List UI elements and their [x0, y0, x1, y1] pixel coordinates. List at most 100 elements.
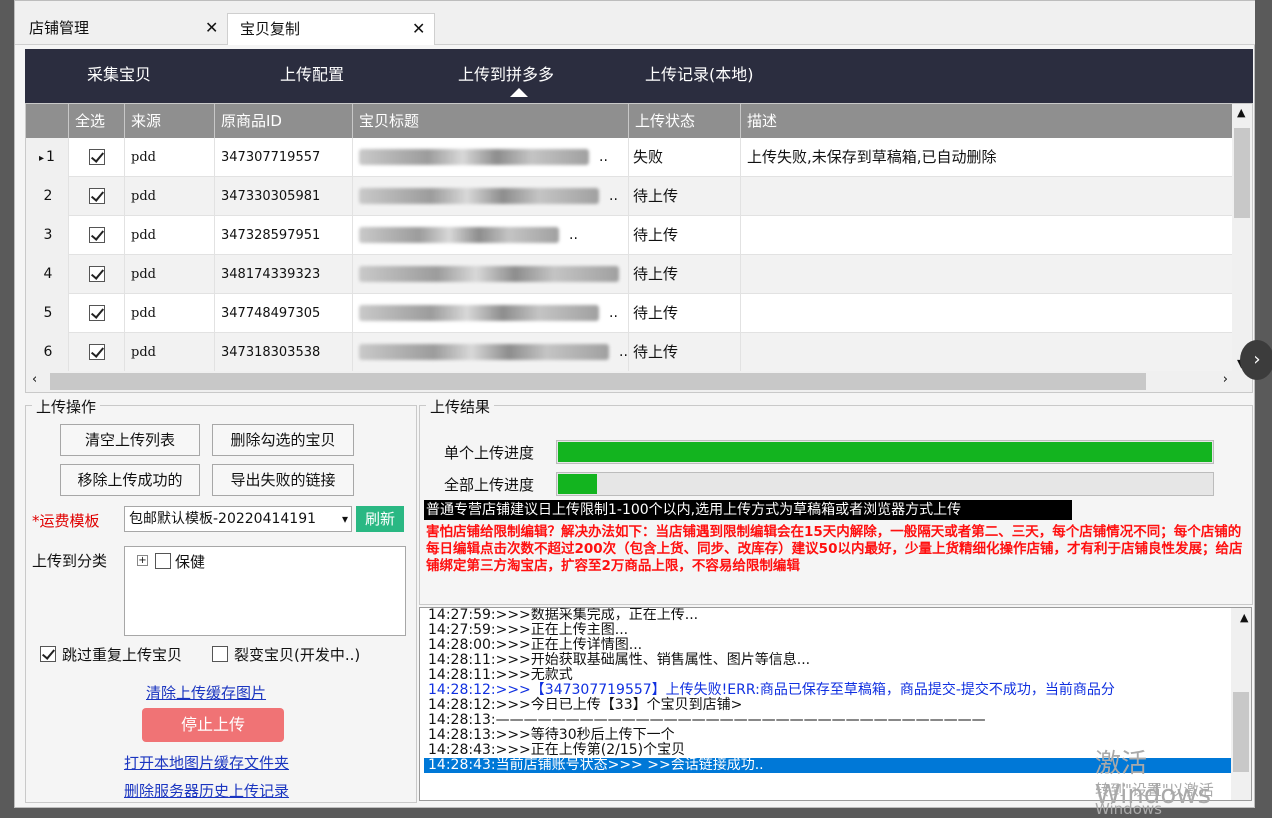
- original-id-cell: 347307719557: [214, 138, 352, 177]
- description-cell: [740, 255, 1233, 294]
- col-description[interactable]: 描述: [740, 104, 1233, 138]
- row-select-cell: [68, 177, 124, 216]
- source-cell: pdd: [124, 255, 214, 294]
- description-cell: [740, 216, 1233, 255]
- table-row[interactable]: 2 pdd 347330305981.. 待上传: [26, 177, 1233, 216]
- tab-shop-management[interactable]: 店铺管理 ✕: [17, 13, 227, 45]
- delete-server-history-link[interactable]: 删除服务器历史上传记录: [124, 780, 289, 801]
- table-row[interactable]: 4 pdd348174339323.. 待上传: [26, 255, 1233, 321]
- title-ellipsis: ..: [609, 188, 618, 204]
- category-label: 上传到分类: [32, 552, 108, 570]
- stop-upload-button[interactable]: 停止上传: [142, 708, 284, 742]
- col-upload-status[interactable]: 上传状态: [628, 104, 740, 138]
- delete-checked-items-button[interactable]: 删除勾选的宝贝: [212, 424, 354, 456]
- row-checkbox[interactable]: [88, 227, 105, 243]
- row-checkbox[interactable]: [88, 266, 105, 282]
- scroll-up-icon[interactable]: ▲: [1237, 106, 1245, 119]
- shipping-template-select[interactable]: 包邮默认模板-20220414191 ▾: [124, 506, 352, 532]
- row-number: 6: [26, 333, 68, 372]
- nav-collect-items[interactable]: 采集宝贝: [87, 61, 151, 85]
- log-line: 14:28:13:>>>等待30秒后上传下一个: [428, 727, 675, 743]
- progress-fill: [558, 442, 1212, 462]
- clear-upload-list-button[interactable]: 清空上传列表: [60, 424, 200, 456]
- chevron-down-icon: ▾: [341, 507, 348, 531]
- col-source[interactable]: 来源: [124, 104, 214, 138]
- row-select-cell: [68, 294, 124, 333]
- table-row[interactable]: ▸ 1 pdd 347307719557.. 失败 上传失败,未保存到草稿箱,已自动删除: [26, 138, 1233, 177]
- row-select-cell: [68, 255, 124, 294]
- upload-status-cell: 待上传: [628, 333, 740, 372]
- row-number-label: 2: [43, 188, 53, 204]
- clear-cache-link[interactable]: 清除上传缓存图片: [146, 682, 266, 703]
- tab-label: 店铺管理: [29, 19, 90, 37]
- row-number-label: 5: [43, 305, 53, 321]
- table-row[interactable]: 3 pdd 347328597951.. 待上传: [26, 216, 1233, 255]
- refresh-button[interactable]: 刷新: [356, 506, 404, 532]
- progress-fill: [558, 474, 598, 494]
- row-checkbox[interactable]: [88, 344, 105, 360]
- row-number: 4: [26, 255, 68, 294]
- remove-success-button[interactable]: 移除上传成功的: [60, 464, 200, 496]
- row-checkbox[interactable]: [88, 305, 105, 321]
- nav-upload-to-pinduoduo[interactable]: 上传到拼多多: [458, 61, 554, 85]
- skip-duplicate-checkbox[interactable]: [40, 646, 56, 662]
- scroll-up-icon[interactable]: ▲: [1236, 610, 1248, 625]
- scroll-left-icon[interactable]: ‹: [32, 372, 37, 387]
- fission-label: 裂变宝贝(开发中..): [234, 646, 361, 664]
- row-select-cell: [68, 138, 124, 177]
- original-id-cell: 347328597951: [214, 216, 352, 255]
- upload-operations-group: 上传操作 清空上传列表 删除勾选的宝贝 移除上传成功的 导出失败的链接 *运费模…: [25, 396, 417, 803]
- redacted-title: [359, 266, 619, 282]
- group-title: 上传结果: [426, 396, 495, 417]
- row-select-cell: [68, 333, 124, 372]
- row-number: ▸ 1: [26, 138, 68, 177]
- product-grid: 全选 来源 原商品ID 宝贝标题 上传状态 描述 ▸ 1 pdd 3473077195…: [25, 103, 1253, 393]
- nav-upload-records[interactable]: 上传记录(本地): [645, 61, 754, 85]
- row-number: 2: [26, 177, 68, 216]
- col-title[interactable]: 宝贝标题: [352, 104, 628, 138]
- row-number-label: 4: [43, 266, 53, 282]
- horizontal-scrollbar[interactable]: ‹ ›: [26, 371, 1252, 392]
- title-ellipsis: ..: [569, 227, 578, 243]
- row-checkbox[interactable]: [88, 149, 105, 165]
- row-number-label: 3: [43, 227, 53, 243]
- row-number-label: 6: [43, 344, 53, 360]
- log-line: 14:28:11:>>>无款式: [428, 667, 573, 683]
- row-checkbox[interactable]: [88, 188, 105, 204]
- redacted-title: [359, 149, 589, 165]
- tab-item-copy[interactable]: 宝贝复制 ✕: [227, 13, 435, 45]
- open-cache-folder-link[interactable]: 打开本地图片缓存文件夹: [124, 752, 289, 773]
- activation-watermark-hint: 转到"设置"以激活 Windows: [1095, 781, 1214, 818]
- nav-upload-config[interactable]: 上传配置: [280, 61, 344, 85]
- category-item[interactable]: 保健: [175, 551, 205, 572]
- close-icon[interactable]: ✕: [205, 13, 218, 43]
- category-tree[interactable]: + 保健: [124, 546, 406, 636]
- row-header-corner: [26, 104, 68, 138]
- title-cell: ..: [352, 255, 628, 321]
- fission-checkbox[interactable]: [212, 646, 228, 662]
- table-row[interactable]: 5 pdd 347748497305.. 待上传: [26, 294, 1233, 333]
- single-progress-bar: [556, 440, 1214, 464]
- scroll-thumb[interactable]: [1234, 128, 1250, 218]
- scroll-right-icon[interactable]: ›: [1223, 372, 1228, 387]
- title-cell: ..: [352, 138, 628, 177]
- title-cell: ..: [352, 333, 628, 372]
- log-line: 14:28:12:>>>【347307719557】上传失败!ERR:商品已保存…: [428, 682, 1115, 698]
- original-id-cell: 347748497305: [214, 294, 352, 333]
- category-checkbox[interactable]: [155, 553, 171, 569]
- export-failed-links-button[interactable]: 导出失败的链接: [212, 464, 354, 496]
- source-cell: pdd: [124, 138, 214, 177]
- title-cell: ..: [352, 216, 628, 255]
- close-icon[interactable]: ✕: [412, 14, 425, 44]
- source-cell: pdd: [124, 216, 214, 255]
- log-line: 14:28:13:———————————————————————————————…: [428, 712, 986, 728]
- col-original-id[interactable]: 原商品ID: [214, 104, 352, 138]
- table-row[interactable]: 6 pdd 347318303538.. 待上传: [26, 333, 1233, 372]
- vertical-scrollbar[interactable]: ▲ ▼: [1232, 104, 1252, 372]
- expand-icon[interactable]: +: [137, 555, 148, 566]
- title-cell: ..: [352, 294, 628, 333]
- col-select-all[interactable]: 全选: [68, 104, 124, 138]
- description-cell: [740, 177, 1233, 216]
- scroll-thumb[interactable]: [50, 373, 1146, 390]
- side-next-icon[interactable]: ›: [1240, 340, 1272, 380]
